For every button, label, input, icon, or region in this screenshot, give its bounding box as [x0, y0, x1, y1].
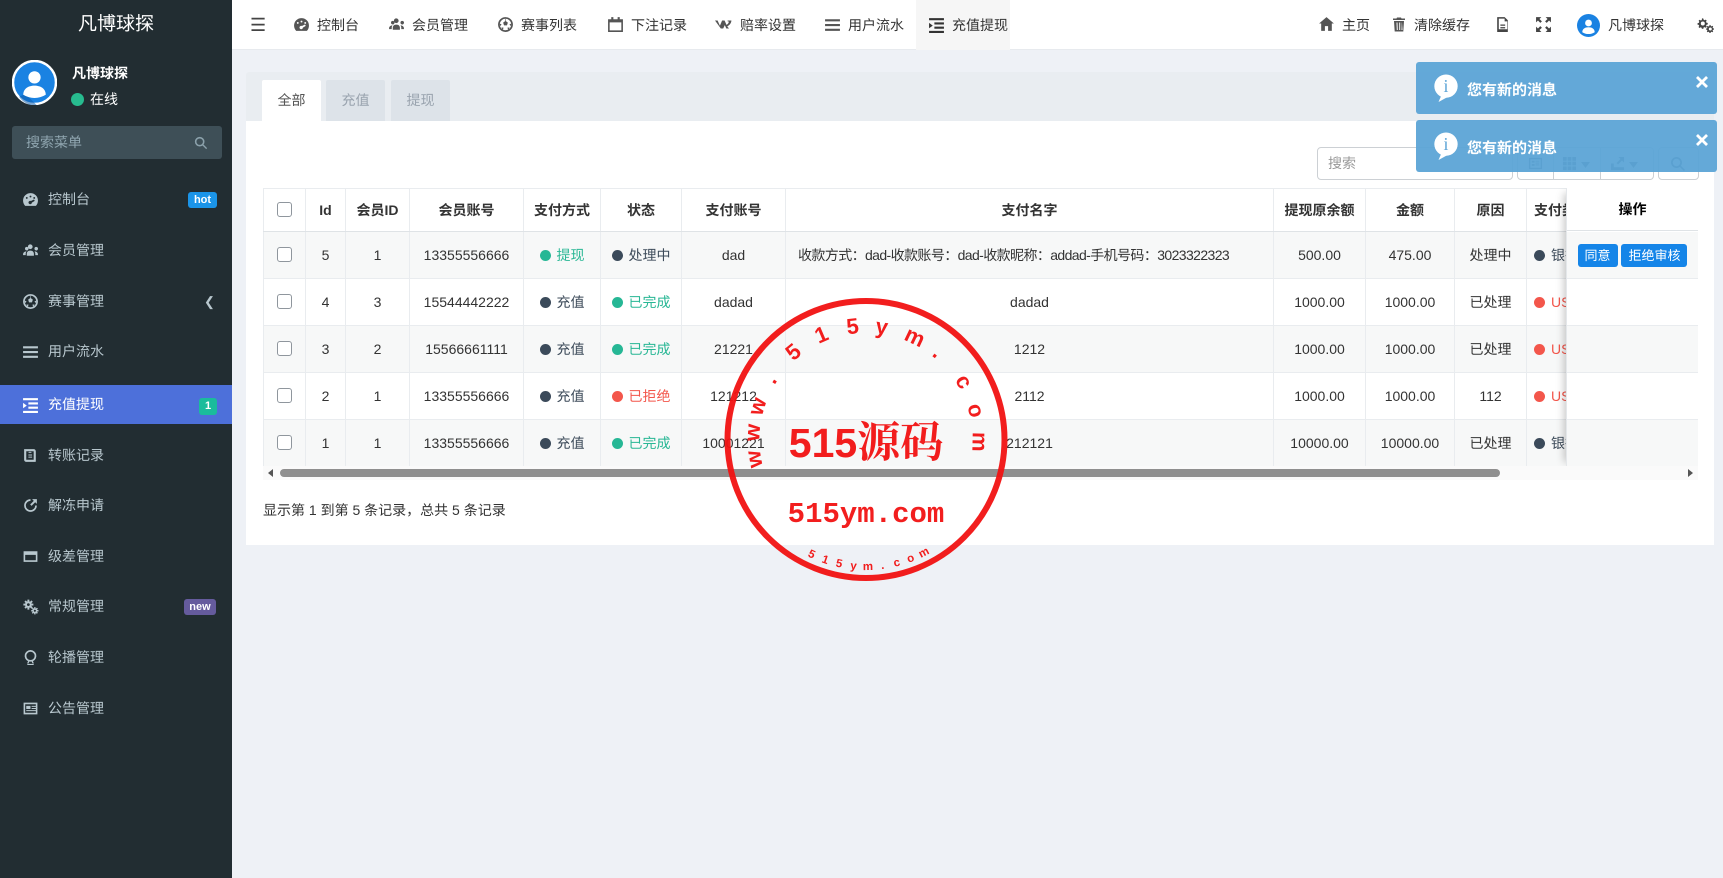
svg-text:c: c: [892, 556, 902, 569]
svg-text:5: 5: [781, 338, 806, 365]
svg-text:w: w: [739, 422, 765, 442]
svg-text:515源码: 515源码: [789, 420, 943, 467]
svg-text:m: m: [917, 545, 932, 560]
svg-text:1: 1: [811, 321, 832, 349]
svg-text:5: 5: [845, 313, 860, 339]
svg-text:m: m: [901, 321, 929, 352]
svg-text:i: i: [1444, 76, 1449, 96]
svg-text:.: .: [757, 369, 781, 388]
svg-text:515ym.com: 515ym.com: [788, 498, 945, 531]
svg-text:.: .: [880, 560, 885, 572]
svg-text:c: c: [950, 370, 978, 393]
svg-text:5: 5: [835, 558, 844, 571]
svg-text:o: o: [905, 552, 916, 566]
svg-text:w: w: [740, 448, 768, 471]
svg-text:m: m: [863, 561, 873, 573]
svg-text:o: o: [962, 401, 990, 420]
svg-text:y: y: [874, 313, 890, 340]
svg-text:w: w: [742, 394, 771, 419]
svg-text:.: .: [928, 340, 949, 363]
svg-text:1: 1: [820, 554, 830, 568]
svg-text:5: 5: [806, 548, 817, 562]
svg-text:m: m: [967, 432, 992, 452]
svg-text:i: i: [1444, 134, 1449, 154]
svg-text:y: y: [850, 560, 858, 573]
